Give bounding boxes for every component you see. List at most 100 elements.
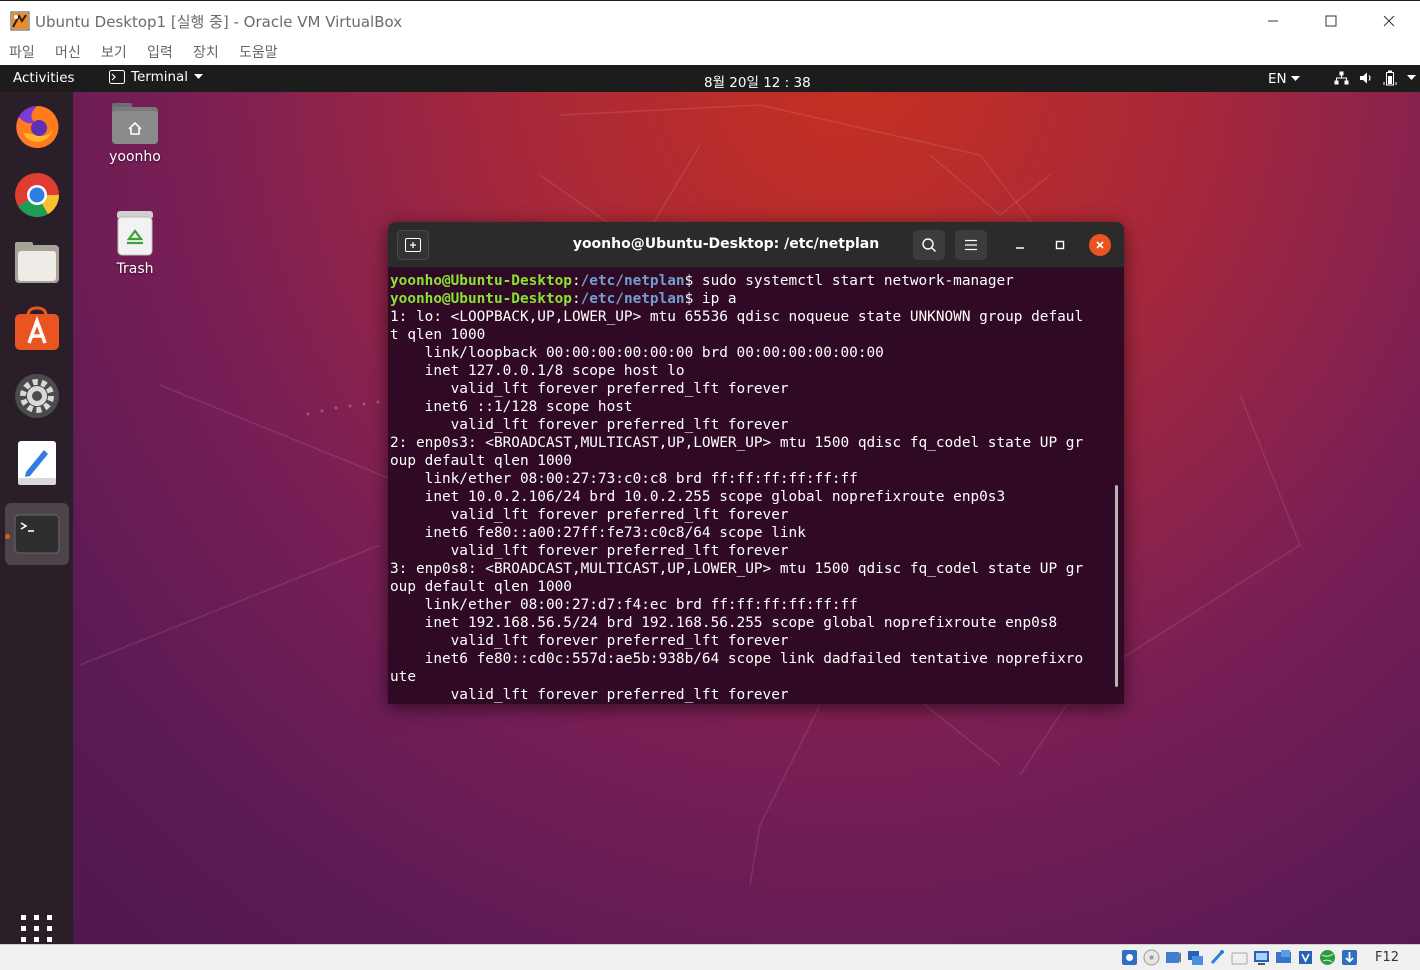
virtualbox-statusbar: F12 xyxy=(0,944,1420,970)
hard-disk-icon xyxy=(1122,950,1137,965)
mouse-integration-status[interactable] xyxy=(1340,948,1359,967)
settings-gear-icon xyxy=(15,374,59,418)
text-editor-icon xyxy=(18,441,56,485)
desktop-icon-label: Trash xyxy=(116,261,154,277)
dock-terminal[interactable] xyxy=(5,503,69,565)
clock[interactable]: 8월 20일 12 : 38 xyxy=(704,71,811,91)
audio-status[interactable] xyxy=(1164,948,1183,967)
prompt-path: /etc/netplan xyxy=(580,291,685,307)
dock-ubuntu-software[interactable] xyxy=(5,298,69,360)
input-language-button[interactable]: EN xyxy=(1268,71,1300,87)
minimize-icon xyxy=(1016,247,1024,249)
output-line: inet6 fe80::cd0c:557d:ae5b:938b/64 scope… xyxy=(390,651,1084,667)
search-button[interactable] xyxy=(913,230,945,260)
app-menu-label: Terminal xyxy=(131,69,189,85)
chrome-icon xyxy=(15,173,59,217)
menu-view[interactable]: 보기 xyxy=(101,42,127,62)
firefox-icon xyxy=(16,105,59,148)
menu-help[interactable]: 도움말 xyxy=(239,42,278,62)
maximize-icon xyxy=(1055,240,1065,250)
ubuntu-software-icon xyxy=(15,306,59,350)
cpu-icon xyxy=(1299,951,1312,964)
output-line: valid_lft forever preferred_lft forever xyxy=(390,543,789,559)
guest-additions-status[interactable] xyxy=(1318,948,1337,967)
dock-firefox[interactable] xyxy=(5,96,69,158)
monitor-icon xyxy=(1276,950,1291,963)
output-line: valid_lft forever preferred_lft forever xyxy=(390,687,789,703)
host-key-label: F12 xyxy=(1375,950,1400,965)
optical-drive-status[interactable] xyxy=(1142,948,1161,967)
virtualbox-app-icon xyxy=(10,11,30,31)
optical-disc-icon xyxy=(1143,949,1160,966)
dock-chrome[interactable] xyxy=(5,164,69,226)
chevron-down-icon xyxy=(1290,76,1300,81)
output-line: inet6 fe80::a00:27ff:fe73:c0c8/64 scope … xyxy=(390,525,806,541)
maximize-button[interactable] xyxy=(1302,1,1360,41)
network-adapter-icon xyxy=(1188,951,1203,965)
desktop-icon-home[interactable]: yoonho xyxy=(90,101,180,165)
system-status-menu[interactable] xyxy=(1334,70,1416,86)
menu-machine[interactable]: 머신 xyxy=(55,42,81,62)
search-icon xyxy=(922,238,936,252)
output-line: inet6 ::1/128 scope host xyxy=(390,399,633,415)
menu-button[interactable] xyxy=(955,230,987,260)
output-line: 1: lo: <LOOPBACK,UP,LOWER_UP> mtu 65536 … xyxy=(390,309,1084,325)
hamburger-menu-icon xyxy=(965,239,977,251)
command-line: yoonho@Ubuntu-Desktop:/etc/netplan$ sudo… xyxy=(390,273,1014,289)
output-line: inet 127.0.0.1/8 scope host lo xyxy=(390,363,685,379)
app-menu-button[interactable]: Terminal xyxy=(109,69,204,85)
output-line: t qlen 1000 xyxy=(390,327,486,343)
terminal-window[interactable]: yoonho@Ubuntu-Desktop: /etc/netplan yoon… xyxy=(388,222,1124,704)
dock-text-editor[interactable] xyxy=(5,432,69,494)
terminal-output[interactable]: yoonho@Ubuntu-Desktop:/etc/netplan$ sudo… xyxy=(390,272,1114,704)
shared-folder-icon xyxy=(1231,952,1248,965)
menu-devices[interactable]: 장치 xyxy=(193,42,219,62)
output-line: valid_lft forever preferred_lft forever xyxy=(390,381,789,397)
terminal-close-button[interactable] xyxy=(1089,234,1111,256)
output-line: inet 10.0.2.106/24 brd 10.0.2.255 scope … xyxy=(390,489,1006,505)
recording-status[interactable] xyxy=(1274,948,1293,967)
hard-disk-status[interactable] xyxy=(1120,948,1139,967)
output-line: valid_lft forever preferred_lft forever xyxy=(390,633,789,649)
window-title: Ubuntu Desktop1 [실행 중] - Oracle VM Virtu… xyxy=(35,13,403,31)
down-arrow-icon xyxy=(1342,950,1357,965)
terminal-maximize-button[interactable] xyxy=(1049,234,1071,256)
guest-display[interactable]: Activities Terminal 8월 20일 12 : 38 EN yo… xyxy=(0,65,1420,944)
output-line: valid_lft forever preferred_lft forever xyxy=(390,417,789,433)
command-text: ip a xyxy=(701,291,737,307)
menu-input[interactable]: 입력 xyxy=(147,42,173,62)
network-status[interactable] xyxy=(1186,948,1205,967)
chevron-down-icon xyxy=(1407,75,1416,80)
usb-status[interactable] xyxy=(1208,948,1227,967)
minimize-button[interactable] xyxy=(1244,1,1302,41)
output-line: 3: enp0s8: <BROADCAST,MULTICAST,UP,LOWER… xyxy=(390,561,1084,577)
output-line: oup default qlen 1000 xyxy=(390,579,572,595)
activities-button[interactable]: Activities xyxy=(13,70,75,86)
home-folder-icon xyxy=(112,103,158,144)
desktop-icon-trash[interactable]: Trash xyxy=(90,209,180,277)
volume-icon xyxy=(1360,72,1371,84)
input-language-label: EN xyxy=(1268,71,1287,87)
close-button[interactable] xyxy=(1360,1,1418,41)
terminal-minimize-button[interactable] xyxy=(1009,234,1031,256)
shared-folders-status[interactable] xyxy=(1230,948,1249,967)
menu-file[interactable]: 파일 xyxy=(9,42,35,62)
output-line: 2: enp0s3: <BROADCAST,MULTICAST,UP,LOWER… xyxy=(390,435,1084,451)
show-applications-icon[interactable] xyxy=(20,914,54,944)
terminal-icon xyxy=(14,514,60,554)
output-line: ute xyxy=(390,669,416,685)
terminal-scrollbar[interactable] xyxy=(1115,485,1118,687)
virtualization-status[interactable] xyxy=(1296,948,1315,967)
trash-icon xyxy=(117,211,153,256)
usb-icon xyxy=(1210,950,1224,965)
output-line: link/ether 08:00:27:d7:f4:ec brd ff:ff:f… xyxy=(390,597,858,613)
dock-settings[interactable] xyxy=(5,365,69,427)
network-wired-icon xyxy=(1334,71,1349,85)
terminal-headerbar: yoonho@Ubuntu-Desktop: /etc/netplan xyxy=(388,222,1124,268)
files-icon xyxy=(15,242,59,283)
gnome-topbar: Activities Terminal 8월 20일 12 : 38 EN xyxy=(0,65,1420,92)
prompt-user: yoonho@Ubuntu-Desktop xyxy=(390,291,572,307)
dock-files[interactable] xyxy=(5,232,69,294)
battery-icon xyxy=(1383,70,1397,86)
display-status[interactable] xyxy=(1252,948,1271,967)
